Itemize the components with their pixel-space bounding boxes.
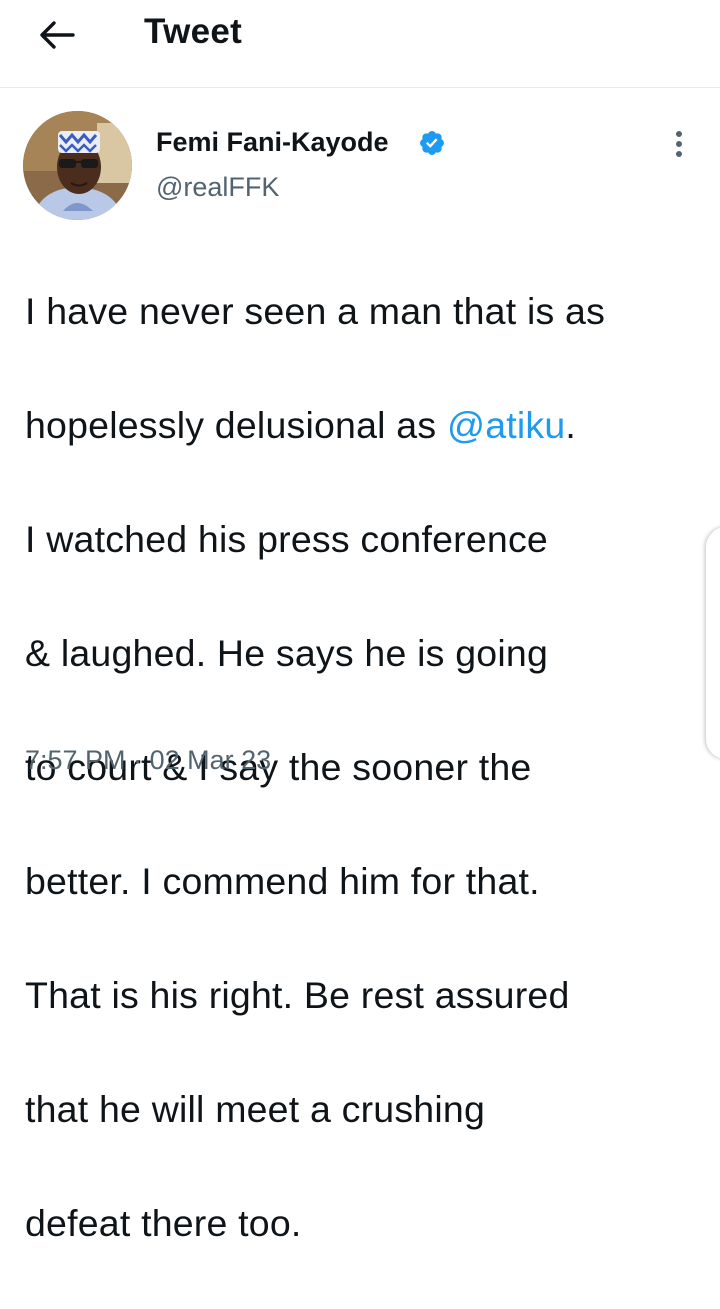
mention-link[interactable]: @atiku [447, 404, 565, 446]
tweet-text-line: that he will meet a crushing [25, 1088, 485, 1130]
page-title: Tweet [144, 12, 243, 51]
tweet-text-line: I watched his press conference [25, 518, 548, 560]
verified-badge-icon [420, 131, 444, 155]
author-handle[interactable]: @realFFK [156, 172, 279, 203]
tweet-text-line: That is his right. Be rest assured [25, 974, 570, 1016]
tweet-text-line: I have never seen a man that is as [25, 290, 606, 332]
tweet-date: 02 Mar 23 [149, 745, 272, 775]
arrow-left-icon [40, 21, 75, 49]
avatar[interactable] [23, 111, 132, 220]
tweet-text-line: & laughed. He says he is going [25, 632, 548, 674]
side-panel-edge[interactable] [706, 527, 720, 759]
tweet-text-line: hopelessly delusional as @atiku. [25, 397, 705, 454]
tweet-text-fragment: . [565, 404, 577, 446]
back-button[interactable] [28, 14, 88, 54]
more-vertical-icon [676, 131, 682, 157]
tweet-text-line: defeat there too. [25, 1202, 302, 1244]
meta-separator: · [133, 745, 143, 775]
top-app-bar: Tweet [0, 0, 720, 88]
tweet-text-fragment: hopelessly delusional as [25, 404, 447, 446]
author-name[interactable]: Femi Fani-Kayode [156, 127, 389, 158]
more-options-button[interactable] [662, 124, 696, 164]
tweet-timestamp[interactable]: 7:57 PM · 02 Mar 23 [25, 745, 271, 776]
tweet-time: 7:57 PM [25, 745, 126, 775]
tweet-text-line: better. I commend him for that. [25, 860, 540, 902]
